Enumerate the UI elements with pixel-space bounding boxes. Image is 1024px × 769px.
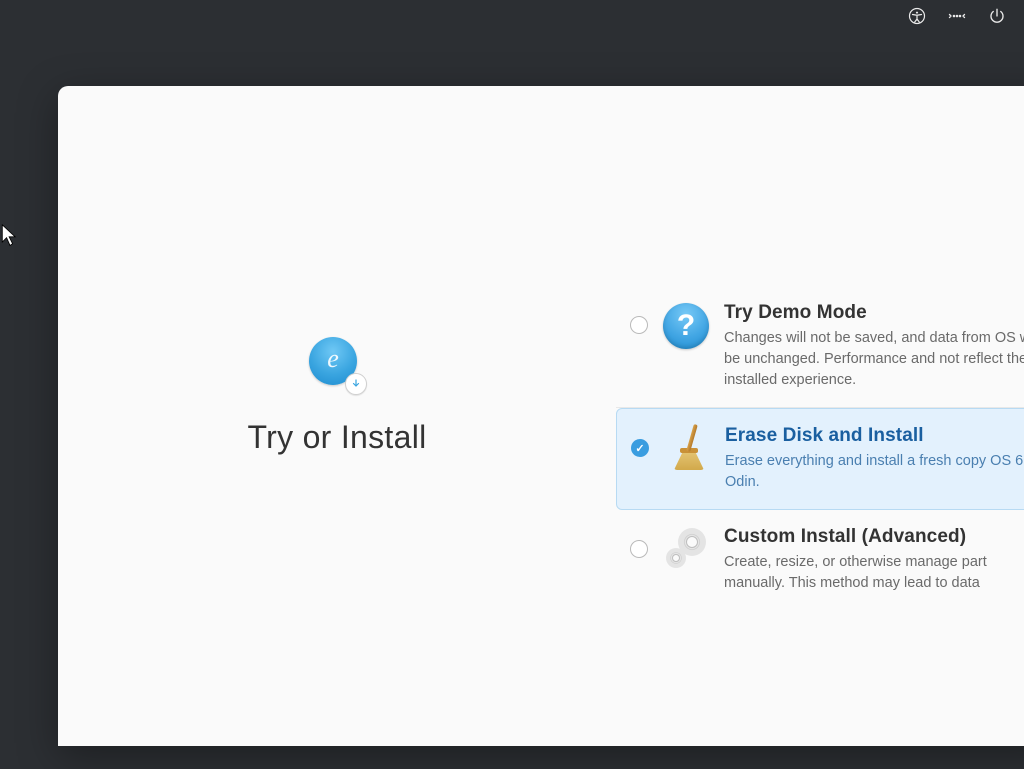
- option-custom-install[interactable]: Custom Install (Advanced) Create, resize…: [616, 510, 1024, 610]
- option-description: Changes will not be saved, and data from…: [724, 328, 1024, 391]
- top-bar: [0, 0, 1024, 32]
- power-icon[interactable]: [988, 7, 1006, 25]
- radio-custom-install[interactable]: [630, 540, 648, 558]
- installer-window: e Try or Install ? Try Demo Mode Changes…: [58, 86, 1024, 746]
- network-icon[interactable]: [948, 7, 966, 25]
- option-title: Custom Install (Advanced): [724, 526, 1024, 548]
- option-title: Erase Disk and Install: [725, 425, 1024, 447]
- options-list: ? Try Demo Mode Changes will not be save…: [616, 86, 1024, 746]
- option-erase-install[interactable]: Erase Disk and Install Erase everything …: [616, 408, 1024, 510]
- radio-try-demo[interactable]: [630, 316, 648, 334]
- download-badge-icon: [345, 373, 367, 395]
- broom-icon: [663, 425, 711, 473]
- gears-icon: [662, 526, 710, 574]
- left-pane: e Try or Install: [58, 86, 616, 746]
- question-icon: ?: [662, 302, 710, 350]
- option-try-demo[interactable]: ? Try Demo Mode Changes will not be save…: [616, 286, 1024, 408]
- option-description: Erase everything and install a fresh cop…: [725, 451, 1024, 493]
- option-description: Create, resize, or otherwise manage part…: [724, 552, 1024, 594]
- option-title: Try Demo Mode: [724, 302, 1024, 324]
- installer-logo: e: [309, 337, 365, 393]
- cursor-icon: [1, 224, 19, 248]
- radio-erase-install[interactable]: [631, 439, 649, 457]
- accessibility-icon[interactable]: [908, 7, 926, 25]
- page-title: Try or Install: [247, 419, 426, 456]
